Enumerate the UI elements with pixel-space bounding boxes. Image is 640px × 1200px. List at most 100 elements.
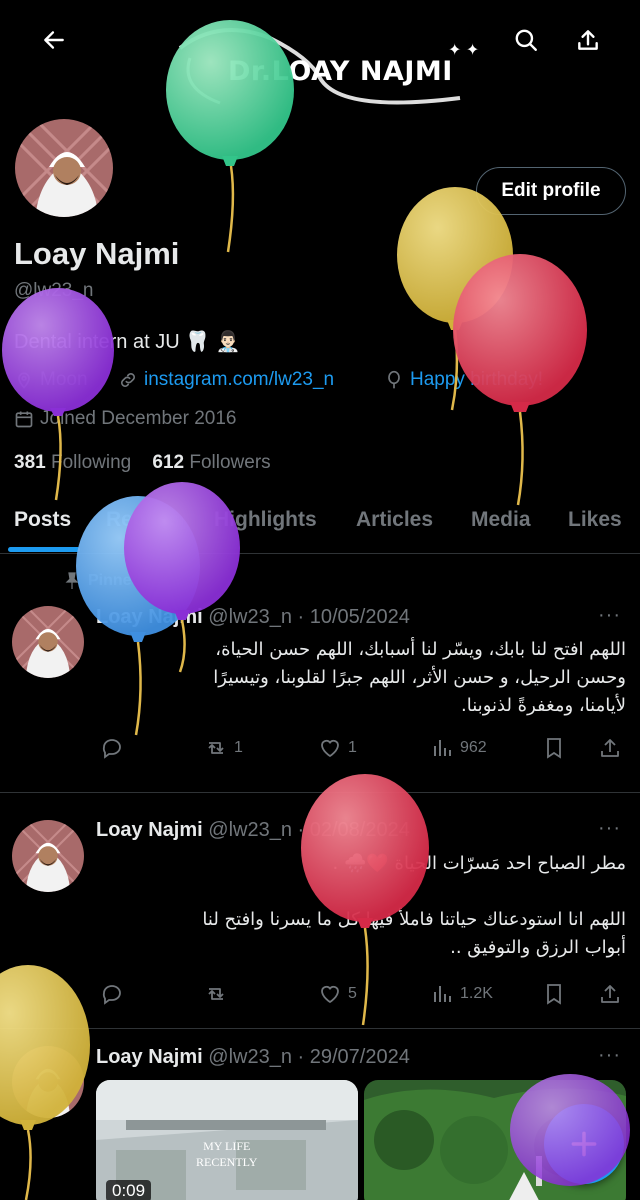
heart-icon <box>321 985 339 1004</box>
tweet-divider <box>0 792 640 793</box>
retweet-button[interactable] <box>204 982 234 1006</box>
views-button[interactable]: 962 <box>430 736 487 760</box>
location-pin-icon <box>18 372 30 389</box>
views-button[interactable]: 1.2K <box>430 982 493 1006</box>
profile-tabs: Posts Replies Highlights Articles Media … <box>0 496 640 554</box>
video-duration: 0:09 <box>106 1180 152 1200</box>
reply-icon <box>102 739 121 759</box>
views-count: 1.2K <box>460 985 493 1002</box>
like-count: 1 <box>348 739 357 756</box>
tweet-actions: 1 1 962 <box>96 736 626 766</box>
bookmark-icon <box>547 738 561 759</box>
video-caption: MY LIFE RECENTLY <box>196 1138 257 1170</box>
tab-likes[interactable]: Likes <box>568 508 622 532</box>
edit-profile-button[interactable]: Edit profile <box>476 167 626 215</box>
tab-media[interactable]: Media <box>471 508 531 532</box>
reply-button[interactable] <box>100 982 124 1006</box>
tweet-author-name[interactable]: Loay Najmi <box>96 1046 203 1068</box>
tweet-author-name[interactable]: Loay Najmi <box>96 819 203 841</box>
plus-icon <box>571 1131 597 1157</box>
tweet-header: Loay Najmi @lw23_n · 10/05/2024 <box>96 606 410 629</box>
following-label: Following <box>50 452 132 473</box>
search-icon <box>515 29 537 51</box>
followers-count: 612 <box>152 452 185 473</box>
like-count: 5 <box>348 985 357 1002</box>
bio-emoji: 🦷 👨🏻‍⚕️ <box>185 331 241 353</box>
birthday-item: Happy birthday! <box>384 369 543 391</box>
tweet-avatar[interactable] <box>12 1046 84 1118</box>
pinned-text: Pinned <box>88 572 142 589</box>
like-button[interactable]: 1 <box>318 736 357 760</box>
followers-link[interactable]: 612 Followers <box>152 452 270 473</box>
active-tab-indicator <box>8 547 80 552</box>
retweet-icon <box>208 988 224 1000</box>
bio-text: Dental intern at JU <box>14 331 180 353</box>
avatar-image <box>12 1046 84 1118</box>
more-options-icon[interactable]: ··· <box>598 1044 621 1067</box>
reply-button[interactable] <box>100 736 124 760</box>
share-post-button[interactable] <box>598 982 622 1006</box>
tweet-divider <box>0 1028 640 1029</box>
tweet-meta: @lw23_n · 10/05/2024 <box>208 606 410 628</box>
tweet-text: مطر الصباح احد مَسرّات الحياة ❤️🌧️ . الل… <box>96 850 626 962</box>
bookmark-icon <box>547 984 561 1005</box>
profile-handle: @lw23_n <box>14 280 94 301</box>
tweet-avatar[interactable] <box>12 606 84 678</box>
retweet-count: 1 <box>234 739 243 756</box>
birthday-text: Happy birthday! <box>410 369 544 390</box>
share-post-button[interactable] <box>598 736 622 760</box>
arrow-left-icon <box>44 31 64 49</box>
tweet-meta: @lw23_n · 29/07/2024 <box>208 1046 410 1068</box>
tweet-author-name[interactable]: Loay Najmi <box>96 606 203 628</box>
location-item: Moon <box>14 369 88 391</box>
tab-highlights[interactable]: Highlights <box>214 508 317 532</box>
tweet-line: اللهم انا استودعناك حياتنا فاملأ فيها كل… <box>202 909 626 930</box>
tweet-avatar[interactable] <box>12 820 84 892</box>
avatar-image <box>12 820 84 892</box>
following-link[interactable]: 381 Following <box>14 452 131 473</box>
retweet-button[interactable]: 1 <box>204 736 243 760</box>
bookmark-button[interactable] <box>542 736 566 760</box>
website-item[interactable]: instagram.com/lw23_n <box>118 369 334 391</box>
link-icon <box>121 373 135 387</box>
tab-posts[interactable]: Posts <box>14 508 71 532</box>
video-thumbnail[interactable]: MY LIFE RECENTLY 0:09 <box>96 1080 358 1200</box>
more-options-icon[interactable]: ··· <box>598 604 621 627</box>
tweet-actions: 5 1.2K <box>96 982 626 1012</box>
share-icon <box>601 985 619 1003</box>
views-count: 962 <box>460 739 487 756</box>
more-options-icon[interactable]: ··· <box>598 817 621 840</box>
video-caption-line: RECENTLY <box>196 1155 258 1169</box>
profile-avatar[interactable] <box>12 116 116 220</box>
followers-label: Followers <box>189 452 271 473</box>
search-button[interactable] <box>504 18 548 62</box>
video-caption-line: MY LIFE <box>203 1139 251 1153</box>
banner-logo-text: Dr.LOAY NAJMI <box>228 56 453 87</box>
sparkles-icon: ✦ ✦ <box>448 42 480 59</box>
tab-replies[interactable]: Replies <box>106 508 181 532</box>
tweet-header: Loay Najmi @lw23_n · 29/07/2024 <box>96 1046 410 1069</box>
tab-articles[interactable]: Articles <box>356 508 433 532</box>
calendar-icon <box>15 411 33 428</box>
views-icon <box>434 740 451 756</box>
bookmark-button[interactable] <box>542 982 566 1006</box>
website-link[interactable]: instagram.com/lw23_n <box>144 369 334 391</box>
location-text: Moon <box>40 369 88 390</box>
back-button[interactable] <box>32 18 76 62</box>
balloon-icon <box>388 370 400 389</box>
share-button[interactable] <box>566 18 610 62</box>
share-icon <box>601 739 619 757</box>
pin-icon <box>65 572 79 589</box>
share-icon <box>578 30 598 50</box>
avatar-image <box>15 119 113 217</box>
tweet-line: لأيامنا، ومغفرةً لذنوبنا. <box>461 695 626 716</box>
tweet-line: اللهم افتح لنا بابك، ويسّر لنا أسبابك، ا… <box>215 639 626 660</box>
tweet-text: اللهم افتح لنا بابك، ويسّر لنا أسبابك، ا… <box>96 636 626 720</box>
tweet-line: مطر الصباح احد مَسرّات الحياة ❤️🌧️ . <box>332 853 626 874</box>
heart-icon <box>321 739 339 758</box>
like-button[interactable]: 5 <box>318 982 357 1006</box>
joined-text: Joined December 2016 <box>40 408 237 429</box>
compose-post-button[interactable] <box>544 1104 624 1184</box>
profile-name: Loay Najmi <box>14 236 180 271</box>
